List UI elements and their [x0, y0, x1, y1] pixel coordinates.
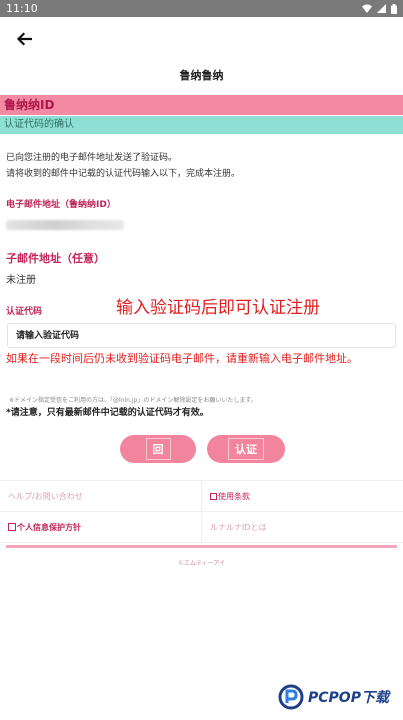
code-label: 认证代码	[6, 307, 43, 317]
email-label: 电子邮件地址（鲁纳纳ID）	[6, 200, 116, 210]
pcpop-watermark: PCPOP下载	[278, 684, 389, 710]
page-title: 鲁纳鲁纳	[179, 69, 224, 82]
app-bar: 鲁纳鲁纳	[0, 17, 403, 87]
terms-link[interactable]: 使用条款	[201, 481, 403, 511]
battery-icon	[391, 3, 397, 14]
about-id-link[interactable]: ルナルナIDとは	[201, 512, 403, 542]
id-section-band: 鲁纳纳ID	[0, 95, 403, 115]
status-icons	[362, 3, 397, 14]
footer-link-row: 个人信息保护方针 ルナルナIDとは	[0, 512, 403, 543]
sub-email-value: 未注册	[6, 275, 36, 286]
copyright: ©エムティーアイ	[177, 560, 226, 567]
footer-links: ヘルプ/お問い合わせ 使用条款 个人信息保护方针 ルナルナIDとは	[0, 480, 403, 543]
overlay-hint-top: 输入验证码后即可认证注册	[116, 298, 320, 318]
terms-link-label: 使用条款	[218, 491, 250, 501]
back-button[interactable]: 回	[120, 435, 196, 463]
auth-button-label: 认证	[228, 438, 264, 460]
help-link[interactable]: ヘルプ/お問い合わせ	[0, 481, 201, 511]
footer-link-row: ヘルプ/お問い合わせ 使用条款	[0, 481, 403, 512]
back-arrow-icon	[16, 32, 32, 46]
link-box-icon	[8, 523, 16, 531]
privacy-link[interactable]: 个人信息保护方针	[0, 512, 201, 542]
confirm-section-band: 认证代码的确认	[0, 116, 403, 134]
overlay-hint-bottom: 如果在一段时间后仍未收到验证码电子邮件，请重新输入电子邮件地址。	[6, 352, 358, 365]
footer-divider	[6, 545, 397, 548]
back-button-label: 回	[145, 438, 171, 460]
link-box-icon	[210, 492, 217, 500]
intro-line-2: 请将收到的邮件中记载的认证代码输入以下，完成本注册。	[6, 169, 241, 179]
status-time: 11:10	[6, 2, 38, 15]
code-input[interactable]	[7, 323, 396, 348]
status-bar: 11:10	[0, 0, 403, 17]
watermark-text: PCPOP下载	[308, 690, 389, 706]
pcpop-logo-icon	[278, 684, 304, 710]
privacy-link-label: 个人信息保护方针	[17, 522, 81, 532]
intro-line-1: 已向您注册的电子邮件地址发送了验证码。	[6, 153, 178, 163]
wifi-icon	[362, 4, 372, 13]
sub-email-label: 子邮件地址（任意）	[6, 252, 105, 265]
latest-code-note: *请注意，只有最新邮件中记载的认证代码才有效。	[6, 408, 209, 418]
auth-button[interactable]: 认证	[207, 435, 285, 463]
back-arrow-button[interactable]	[10, 25, 38, 53]
email-value-blurred	[6, 220, 124, 230]
signal-icon	[377, 4, 386, 13]
domain-note: ※ドメイン指定受信をご利用の方は、「@lnln.jp」のドメイン解除設定をお願い…	[9, 397, 257, 404]
